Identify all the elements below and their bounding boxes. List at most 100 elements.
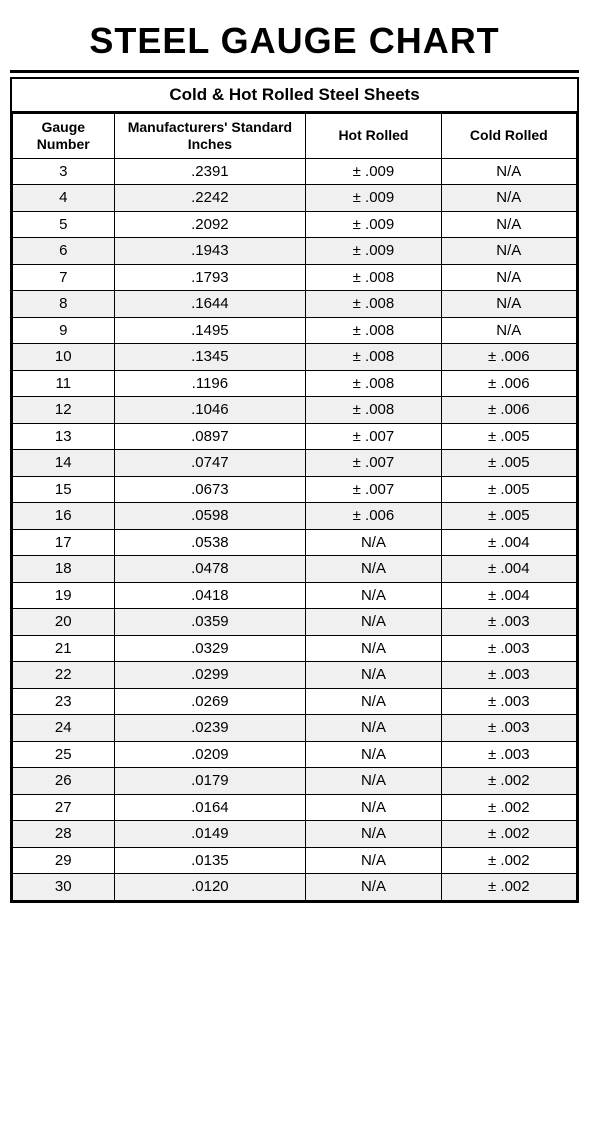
table-row: 19.0418N/A± .004 xyxy=(13,582,577,609)
table-row: 5.2092± .009N/A xyxy=(13,211,577,238)
cell-hot: ± .008 xyxy=(306,291,441,318)
cell-cold: ± .004 xyxy=(441,556,576,583)
cell-cold: ± .002 xyxy=(441,874,576,901)
cell-hot: N/A xyxy=(306,768,441,795)
cell-cold: ± .003 xyxy=(441,715,576,742)
cell-msi: .2242 xyxy=(114,185,306,212)
table-row: 13.0897± .007± .005 xyxy=(13,423,577,450)
cell-msi: .1046 xyxy=(114,397,306,424)
cell-gauge: 24 xyxy=(13,715,115,742)
cell-cold: N/A xyxy=(441,291,576,318)
cell-msi: .2391 xyxy=(114,158,306,185)
cell-hot: N/A xyxy=(306,556,441,583)
cell-msi: .1345 xyxy=(114,344,306,371)
cell-msi: .0673 xyxy=(114,476,306,503)
table-row: 18.0478N/A± .004 xyxy=(13,556,577,583)
cell-cold: ± .003 xyxy=(441,688,576,715)
cell-msi: .1644 xyxy=(114,291,306,318)
cell-gauge: 9 xyxy=(13,317,115,344)
cell-hot: ± .007 xyxy=(306,450,441,477)
cell-hot: N/A xyxy=(306,662,441,689)
cell-msi: .1196 xyxy=(114,370,306,397)
table-row: 15.0673± .007± .005 xyxy=(13,476,577,503)
cell-gauge: 18 xyxy=(13,556,115,583)
cell-cold: ± .002 xyxy=(441,768,576,795)
col-header-msi: Manufacturers' Standard Inches xyxy=(114,114,306,159)
table-row: 22.0299N/A± .003 xyxy=(13,662,577,689)
table-row: 9.1495± .008N/A xyxy=(13,317,577,344)
cell-cold: N/A xyxy=(441,264,576,291)
cell-gauge: 19 xyxy=(13,582,115,609)
cell-cold: ± .006 xyxy=(441,344,576,371)
cell-cold: N/A xyxy=(441,158,576,185)
cell-hot: N/A xyxy=(306,741,441,768)
col-header-gauge: Gauge Number xyxy=(13,114,115,159)
cell-gauge: 25 xyxy=(13,741,115,768)
cell-msi: .0478 xyxy=(114,556,306,583)
cell-hot: N/A xyxy=(306,874,441,901)
table-container: Cold & Hot Rolled Steel Sheets Gauge Num… xyxy=(10,77,579,903)
table-row: 11.1196± .008± .006 xyxy=(13,370,577,397)
cell-msi: .0299 xyxy=(114,662,306,689)
cell-hot: ± .009 xyxy=(306,211,441,238)
table-row: 24.0239N/A± .003 xyxy=(13,715,577,742)
cell-cold: ± .004 xyxy=(441,582,576,609)
cell-hot: ± .006 xyxy=(306,503,441,530)
cell-hot: N/A xyxy=(306,609,441,636)
cell-hot: ± .008 xyxy=(306,370,441,397)
cell-gauge: 10 xyxy=(13,344,115,371)
cell-gauge: 11 xyxy=(13,370,115,397)
cell-msi: .0329 xyxy=(114,635,306,662)
cell-msi: .0209 xyxy=(114,741,306,768)
cell-gauge: 20 xyxy=(13,609,115,636)
cell-gauge: 3 xyxy=(13,158,115,185)
table-row: 30.0120N/A± .002 xyxy=(13,874,577,901)
cell-cold: ± .003 xyxy=(441,741,576,768)
cell-hot: ± .008 xyxy=(306,344,441,371)
col-header-cold: Cold Rolled xyxy=(441,114,576,159)
cell-gauge: 28 xyxy=(13,821,115,848)
cell-msi: .0164 xyxy=(114,794,306,821)
cell-msi: .0239 xyxy=(114,715,306,742)
table-body: 3.2391± .009N/A4.2242± .009N/A5.2092± .0… xyxy=(13,158,577,900)
cell-gauge: 27 xyxy=(13,794,115,821)
cell-cold: ± .003 xyxy=(441,662,576,689)
cell-cold: ± .005 xyxy=(441,423,576,450)
table-row: 25.0209N/A± .003 xyxy=(13,741,577,768)
table-row: 26.0179N/A± .002 xyxy=(13,768,577,795)
cell-hot: ± .009 xyxy=(306,158,441,185)
cell-cold: ± .003 xyxy=(441,609,576,636)
cell-cold: N/A xyxy=(441,317,576,344)
table-row: 3.2391± .009N/A xyxy=(13,158,577,185)
cell-hot: ± .009 xyxy=(306,238,441,265)
cell-cold: ± .002 xyxy=(441,794,576,821)
cell-cold: ± .004 xyxy=(441,529,576,556)
table-row: 28.0149N/A± .002 xyxy=(13,821,577,848)
cell-hot: N/A xyxy=(306,821,441,848)
table-row: 6.1943± .009N/A xyxy=(13,238,577,265)
table-row: 20.0359N/A± .003 xyxy=(13,609,577,636)
cell-hot: ± .008 xyxy=(306,317,441,344)
cell-msi: .0897 xyxy=(114,423,306,450)
cell-gauge: 14 xyxy=(13,450,115,477)
cell-gauge: 22 xyxy=(13,662,115,689)
cell-cold: ± .003 xyxy=(441,635,576,662)
cell-msi: .0418 xyxy=(114,582,306,609)
table-row: 8.1644± .008N/A xyxy=(13,291,577,318)
cell-gauge: 30 xyxy=(13,874,115,901)
table-row: 7.1793± .008N/A xyxy=(13,264,577,291)
cell-cold: N/A xyxy=(441,185,576,212)
cell-hot: N/A xyxy=(306,847,441,874)
cell-msi: .0598 xyxy=(114,503,306,530)
cell-gauge: 26 xyxy=(13,768,115,795)
cell-hot: ± .008 xyxy=(306,264,441,291)
cell-cold: N/A xyxy=(441,238,576,265)
table-row: 10.1345± .008± .006 xyxy=(13,344,577,371)
cell-hot: N/A xyxy=(306,715,441,742)
cell-gauge: 6 xyxy=(13,238,115,265)
cell-msi: .0179 xyxy=(114,768,306,795)
cell-msi: .0359 xyxy=(114,609,306,636)
cell-cold: ± .006 xyxy=(441,370,576,397)
cell-gauge: 7 xyxy=(13,264,115,291)
main-title: STEEL GAUGE CHART xyxy=(10,10,579,73)
